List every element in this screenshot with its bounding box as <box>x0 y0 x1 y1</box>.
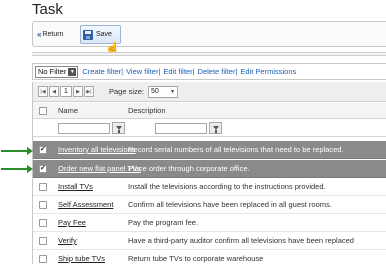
toolbar: « Return Save <box>32 21 386 47</box>
edit-filter-link[interactable]: Edit filter <box>163 67 192 76</box>
next-page-icon[interactable]: ▶ <box>73 86 83 97</box>
task-description: Pay the program fee. <box>128 218 199 227</box>
table-row[interactable]: Inventory all televisions Record serial … <box>33 141 386 159</box>
name-filter-button[interactable] <box>112 122 125 134</box>
task-name-link[interactable]: Inventory all televisions <box>58 145 136 154</box>
view-filter-link[interactable]: View filter <box>126 67 158 76</box>
page-size-select[interactable]: 50 ▼ <box>148 85 179 98</box>
column-header-description[interactable]: Description <box>128 106 166 115</box>
first-page-icon[interactable]: |◀ <box>38 86 48 97</box>
edit-permissions-link[interactable]: Edit Permissions <box>240 67 296 76</box>
funnel-icon <box>212 126 219 133</box>
row-checkbox[interactable] <box>39 219 47 227</box>
task-description: Return tube TVs to corporate warehouse <box>128 254 264 263</box>
page-size-label: Page size: <box>109 87 145 96</box>
page-number[interactable]: 1 <box>60 86 72 97</box>
task-description: Place order through corporate office. <box>128 164 250 173</box>
name-filter-input[interactable] <box>58 123 110 134</box>
task-name-link[interactable]: Pay Fee <box>58 218 86 227</box>
task-description: Have a third-party auditor confirm all t… <box>128 236 354 245</box>
green-arrow-icon <box>1 147 33 155</box>
floppy-disk-icon <box>83 29 93 40</box>
row-checkbox[interactable] <box>39 255 47 263</box>
table-row[interactable]: Order new flat panel TVs Place order thr… <box>33 160 386 178</box>
task-name-link[interactable]: Ship tube TVs <box>58 254 105 263</box>
row-checkbox[interactable] <box>39 145 47 154</box>
page-size-value: 50 <box>151 88 159 95</box>
last-page-icon[interactable]: ▶| <box>84 86 94 97</box>
table-row[interactable]: Install TVs Install the televisions acco… <box>33 178 386 196</box>
save-label: Save <box>96 31 112 38</box>
task-description: Confirm all televisions have been replac… <box>128 200 332 209</box>
page-title: Task <box>32 1 63 18</box>
select-all-checkbox[interactable] <box>39 107 47 115</box>
splitter-bar[interactable] <box>32 52 386 56</box>
green-arrow-icon <box>1 165 33 173</box>
description-filter-button[interactable] <box>209 122 222 134</box>
funnel-icon <box>115 126 122 133</box>
table-row[interactable]: Ship tube TVs Return tube TVs to corpora… <box>33 250 386 264</box>
task-grid: |◀ ◀ 1 ▶ ▶| Page size: 50 ▼ Name Descrip… <box>32 82 386 264</box>
row-checkbox[interactable] <box>39 183 47 191</box>
grid-filter-row <box>33 119 386 137</box>
task-name-link[interactable]: Install TVs <box>58 182 93 191</box>
column-header-name[interactable]: Name <box>58 106 78 115</box>
filter-select-value: No Filter <box>38 67 67 76</box>
row-checkbox[interactable] <box>39 164 47 173</box>
return-label: Return <box>42 31 64 38</box>
task-name-link[interactable]: Self Assessment <box>58 200 113 209</box>
dropdown-arrow-icon[interactable]: ▼ <box>68 67 77 76</box>
double-chevron-left-icon: « <box>37 30 42 39</box>
prev-page-icon[interactable]: ◀ <box>49 86 59 97</box>
row-checkbox[interactable] <box>39 237 47 245</box>
filter-select[interactable]: No Filter ▼ <box>35 65 79 78</box>
filter-bar: No Filter ▼ Create filter | View filter | … <box>32 63 386 80</box>
delete-filter-link[interactable]: Delete filter <box>198 67 236 76</box>
return-button[interactable]: « Return <box>37 25 63 44</box>
description-filter-input[interactable] <box>155 123 207 134</box>
table-row[interactable]: Self Assessment Confirm all televisions … <box>33 196 386 214</box>
pager: |◀ ◀ 1 ▶ ▶| Page size: 50 ▼ <box>33 82 386 102</box>
task-description: Install the televisions according to the… <box>128 182 326 191</box>
create-filter-link[interactable]: Create filter <box>82 67 121 76</box>
table-row[interactable]: Verify Have a third-party auditor confir… <box>33 232 386 250</box>
task-name-link[interactable]: Verify <box>58 236 77 245</box>
grid-header: Name Description <box>33 103 386 119</box>
table-row[interactable]: Pay Fee Pay the program fee. <box>33 214 386 232</box>
dropdown-arrow-icon: ▼ <box>170 88 176 95</box>
row-checkbox[interactable] <box>39 201 47 209</box>
task-description: Record serial numbers of all televisions… <box>128 145 344 154</box>
